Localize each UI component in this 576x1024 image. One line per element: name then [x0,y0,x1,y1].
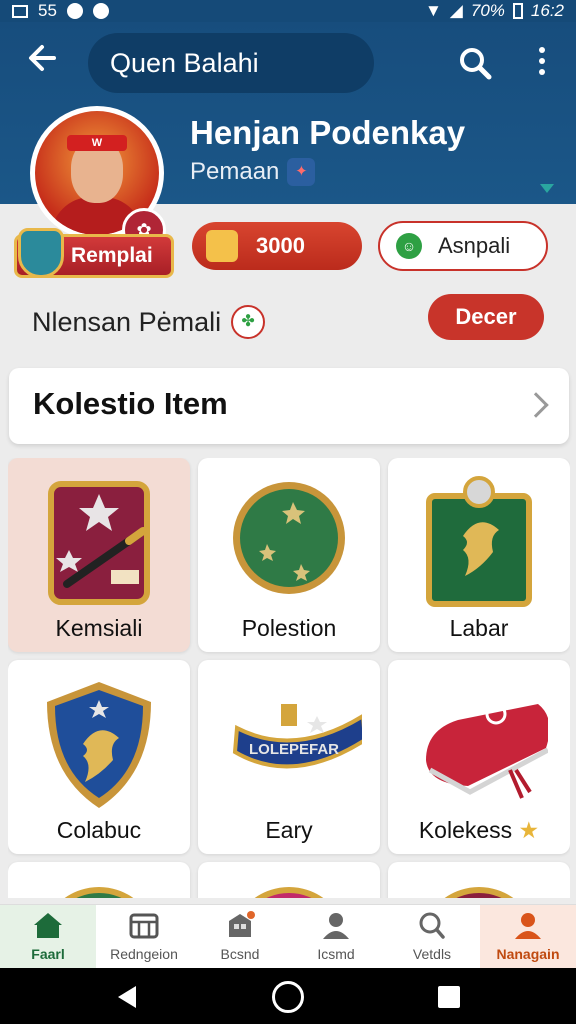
chevron-right-icon [523,392,549,418]
partial-item-icon [444,887,514,898]
item-label: Polestion [241,615,337,641]
collection-grid: Kemsiali Polestion Labar Colabuc LOLEPEF… [8,458,570,898]
profile-icon [515,913,541,939]
banner-pen-icon [48,481,150,605]
collection-item[interactable]: LOLEPEFAR Eary [198,660,380,854]
nav-label: Faarl [31,946,65,962]
avatar-headband: W [67,135,127,151]
rank-emblem-icon [18,228,64,278]
player-role-label: Pemaan [190,158,280,185]
nav-label: Icsmd [317,946,355,962]
nav-store[interactable]: Redngeion [96,905,192,968]
search-icon [460,48,492,80]
partial-item-icon [64,887,134,898]
item-label: Kemsiali [55,615,143,641]
more-dot [539,58,545,64]
coin-icon [206,230,238,262]
nav-profile[interactable]: Nanagain [480,905,576,968]
system-recents-icon[interactable] [438,986,460,1008]
decer-button[interactable]: Decer [428,294,544,340]
store-icon [129,913,159,939]
star-icon: ★ [518,817,540,843]
system-navigation-bar [0,968,576,1024]
shop-icon [229,911,255,937]
coins-button[interactable]: 3000 [192,222,362,270]
system-home-icon[interactable] [272,981,304,1013]
system-back-icon[interactable] [118,986,136,1008]
friend-icon: ☺ [396,233,422,259]
lion-frame-icon [426,476,532,607]
person-icon [323,913,349,939]
item-label: Colabuc [56,817,142,843]
status-row: Nlensan Pėmali ✤ [32,305,266,339]
friend-label: Asnpali [438,233,511,258]
player-role: Pemaan ✦ [190,158,316,186]
item-label: Kolekess ★ [388,817,570,844]
item-label: Labar [449,615,509,641]
collection-item[interactable]: Colabuc [8,660,190,854]
item-label-text: Kolekess [418,817,513,843]
nav-label: Redngeion [110,946,178,962]
back-button[interactable] [20,40,64,84]
search-button[interactable] [456,44,494,82]
expand-caret-icon[interactable] [540,184,554,193]
nav-label: Vetdls [412,946,452,962]
collection-item[interactable]: Kolekess ★ [388,660,570,854]
green-orb-icon [233,482,345,594]
collar-text: LOLEPEFAR [249,741,339,758]
nav-label: Nanagain [496,946,560,962]
red-case-icon [426,703,548,799]
more-dot [539,69,545,75]
nav-shop[interactable]: Bcsnd [192,905,288,968]
nav-person[interactable]: Icsmd [288,905,384,968]
battery-percent: 70% [470,1,505,20]
collection-item[interactable]: Polestion [198,458,380,652]
dot-notification-icon [92,3,109,19]
wifi-icon: ▼ [424,1,442,20]
collection-item[interactable]: Kemsiali [8,458,190,652]
notification-icon [12,4,28,18]
partial-item-icon [254,887,324,898]
nav-home[interactable]: Faarl [0,905,96,968]
status-left-text: 55 [38,1,57,20]
collection-item[interactable] [198,862,380,898]
more-options-button[interactable] [528,42,556,84]
clock: 16:2 [530,1,564,20]
arrow-left-icon [29,45,56,71]
collection-item[interactable] [388,862,570,898]
search-icon [419,912,445,939]
nav-label: Bcsnd [220,946,260,962]
nav-search[interactable]: Vetdls [384,905,480,968]
blue-collar-icon: LOLEPEFAR [232,704,362,769]
app-notification-icon [66,3,83,19]
status-bar: 55 ▼ ◢ 70% 16:2 [0,0,576,22]
battery-icon [512,3,523,19]
collection-header[interactable]: Kolestio Item [9,368,569,444]
collection-item[interactable] [8,862,190,898]
player-name: Henjan Podenkay [190,114,466,151]
bottom-navigation: Faarl Redngeion Bcsnd Icsmd Vetdls Nanag… [0,904,576,968]
status-label: Nlensan Pėmali [32,306,222,337]
role-badge-icon: ✦ [287,158,316,186]
collection-title: Kolestio Item [33,386,228,421]
leaf-icon: ✤ [231,305,266,339]
friend-button[interactable]: ☺ Asnpali [378,221,548,271]
more-vert-icon [539,47,545,53]
lion-shield-icon [47,682,151,808]
home-icon [34,913,62,938]
signal-icon: ◢ [449,1,463,20]
search-field[interactable]: Quen Balahi [88,33,374,93]
item-label: Eary [265,817,313,843]
coin-amount: 3000 [256,233,305,258]
collection-item[interactable]: Labar [388,458,570,652]
